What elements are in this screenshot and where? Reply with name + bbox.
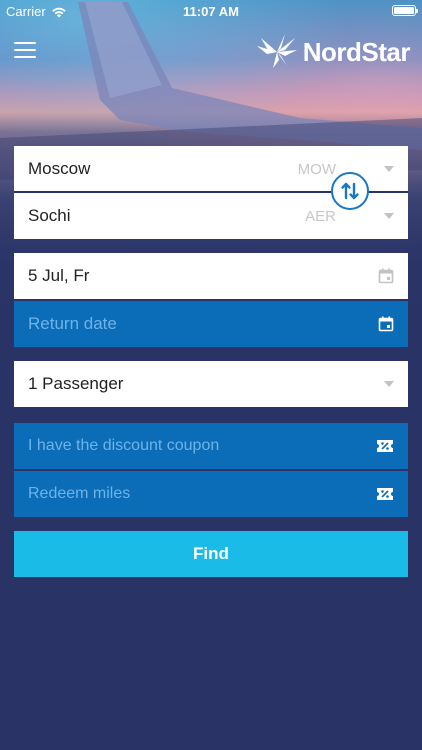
discount-coupon-field[interactable]: I have the discount coupon bbox=[14, 423, 408, 469]
destination-code: AER bbox=[305, 207, 336, 225]
origin-code: MOW bbox=[297, 160, 336, 178]
status-bar: Carrier 11:07 AM bbox=[0, 0, 422, 22]
coupon-label: I have the discount coupon bbox=[28, 437, 220, 454]
chevron-down-icon bbox=[384, 381, 394, 387]
passengers-value: 1 Passenger bbox=[28, 374, 124, 393]
departure-date-field[interactable]: 5 Jul, Fr bbox=[14, 253, 408, 299]
bird-logo-icon bbox=[256, 34, 297, 68]
chevron-down-icon bbox=[384, 166, 394, 172]
return-date-placeholder: Return date bbox=[28, 314, 117, 333]
origin-city: Moscow bbox=[28, 159, 91, 178]
ticket-discount-icon bbox=[377, 440, 393, 452]
swap-button[interactable] bbox=[331, 172, 369, 210]
hamburger-menu-icon[interactable] bbox=[14, 42, 36, 60]
battery-icon bbox=[392, 5, 418, 16]
miles-label: Redeem miles bbox=[28, 485, 131, 502]
swap-arrows-icon bbox=[341, 182, 359, 200]
return-date-field[interactable]: Return date bbox=[14, 301, 408, 347]
redeem-miles-field[interactable]: Redeem miles bbox=[14, 471, 408, 517]
chevron-down-icon bbox=[384, 213, 394, 219]
ticket-discount-icon bbox=[377, 488, 393, 500]
logo-text: NordStar bbox=[302, 36, 411, 67]
calendar-icon bbox=[378, 268, 394, 284]
find-button[interactable]: Find bbox=[14, 531, 408, 577]
departure-date-value: 5 Jul, Fr bbox=[28, 266, 90, 285]
clock: 11:07 AM bbox=[183, 4, 239, 19]
nordstar-logo: NordStar bbox=[255, 32, 411, 72]
destination-city: Sochi bbox=[28, 206, 71, 225]
passengers-field[interactable]: 1 Passenger bbox=[14, 361, 408, 407]
calendar-icon bbox=[378, 316, 394, 332]
